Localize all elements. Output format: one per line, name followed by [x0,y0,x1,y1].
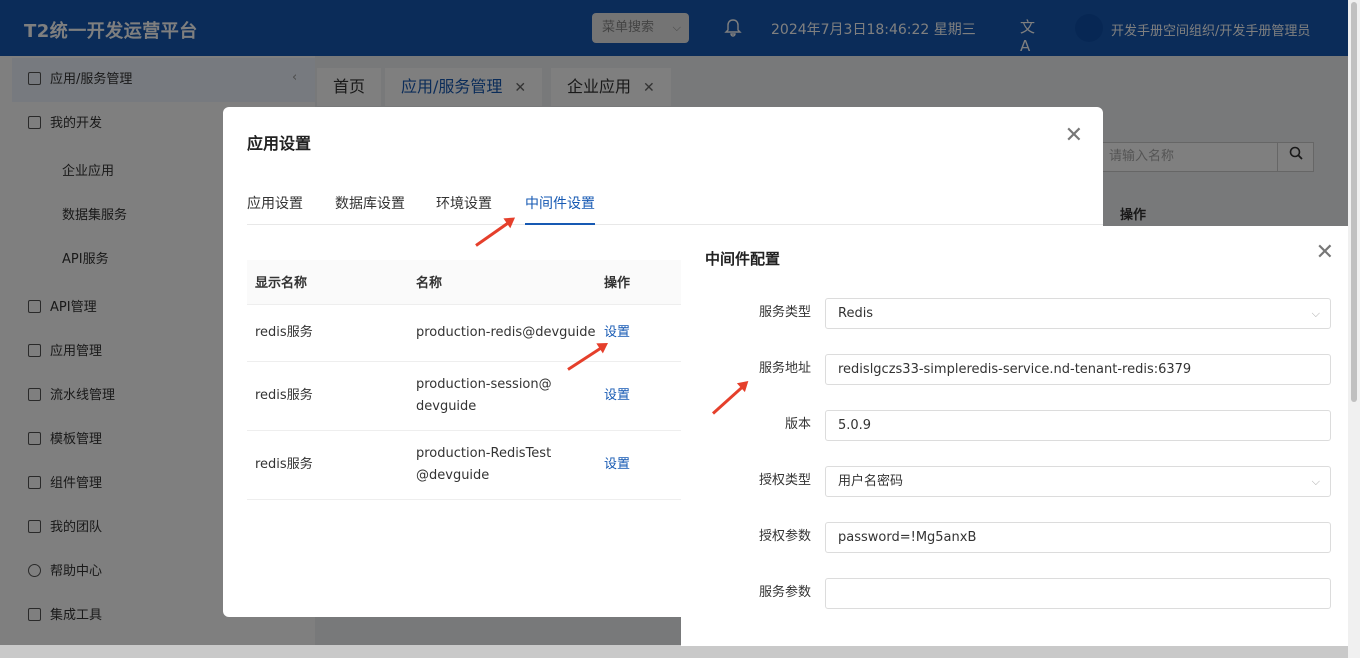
form-row-service-type: 服务类型 Redis ⌵ [681,298,1348,330]
service-addr-field[interactable]: redislgczs33-simpleredis-service.nd-tena… [825,354,1331,385]
auth-type-select[interactable]: 用户名密码 ⌵ [825,466,1331,497]
select-value: 用户名密码 [838,474,904,489]
service-type-select[interactable]: Redis ⌵ [825,298,1331,329]
cell-name: production-session@devguide [408,361,596,431]
auth-params-label: 授权参数 [758,529,811,544]
cell-display-name: redis服务 [247,361,408,431]
cell-name: production-redis@devguide [408,304,596,362]
settings-tabs: 应用设置 数据库设置 环境设置 中间件设置 [247,185,1103,225]
cell-name: production-RedisTest@devguide [408,430,596,500]
service-params-field[interactable] [825,578,1331,609]
tab-db-settings[interactable]: 数据库设置 [335,193,405,225]
form-row-auth-params: 授权参数 password=!Mg5anxB [681,522,1348,554]
chevron-down-icon: ⌵ [1311,307,1320,320]
form-row-service-params: 服务参数 [681,578,1348,610]
tab-middleware-settings[interactable]: 中间件设置 [525,193,595,225]
settings-link[interactable]: 设置 [604,325,630,340]
close-icon[interactable]: ✕ [1065,123,1083,148]
modal-title: 应用设置 [247,134,312,153]
form-row-auth-type: 授权类型 用户名密码 ⌵ [681,466,1348,498]
auth-type-label: 授权类型 [758,473,811,488]
service-params-label: 服务参数 [758,585,811,600]
tab-env-settings[interactable]: 环境设置 [436,193,492,225]
chevron-down-icon: ⌵ [1311,475,1320,488]
column-header: 显示名称 [247,260,408,305]
service-type-label: 服务类型 [758,305,811,320]
tab-app-settings[interactable]: 应用设置 [247,193,303,225]
vertical-scrollbar[interactable] [1348,0,1360,658]
form-row-version: 版本 5.0.9 [681,410,1348,442]
version-field[interactable]: 5.0.9 [825,410,1331,441]
cell-display-name: redis服务 [247,430,408,500]
form-row-service-addr: 服务地址 redislgczs33-simpleredis-service.nd… [681,354,1348,386]
select-value: Redis [838,306,874,321]
scrollbar-thumb[interactable] [1351,2,1357,402]
cell-display-name: redis服务 [247,304,408,362]
modal-title: 中间件配置 [705,250,781,268]
auth-params-field[interactable]: password=!Mg5anxB [825,522,1331,553]
settings-link[interactable]: 设置 [604,388,630,403]
close-icon[interactable]: ✕ [1316,240,1334,265]
column-header: 名称 [408,260,596,305]
horizontal-scrollbar[interactable] [0,645,1348,658]
version-label: 版本 [784,417,811,432]
middleware-config-modal: 中间件配置 ✕ 服务类型 Redis ⌵ 服务地址 redislgczs33-si… [681,226,1348,646]
settings-link[interactable]: 设置 [604,457,630,472]
